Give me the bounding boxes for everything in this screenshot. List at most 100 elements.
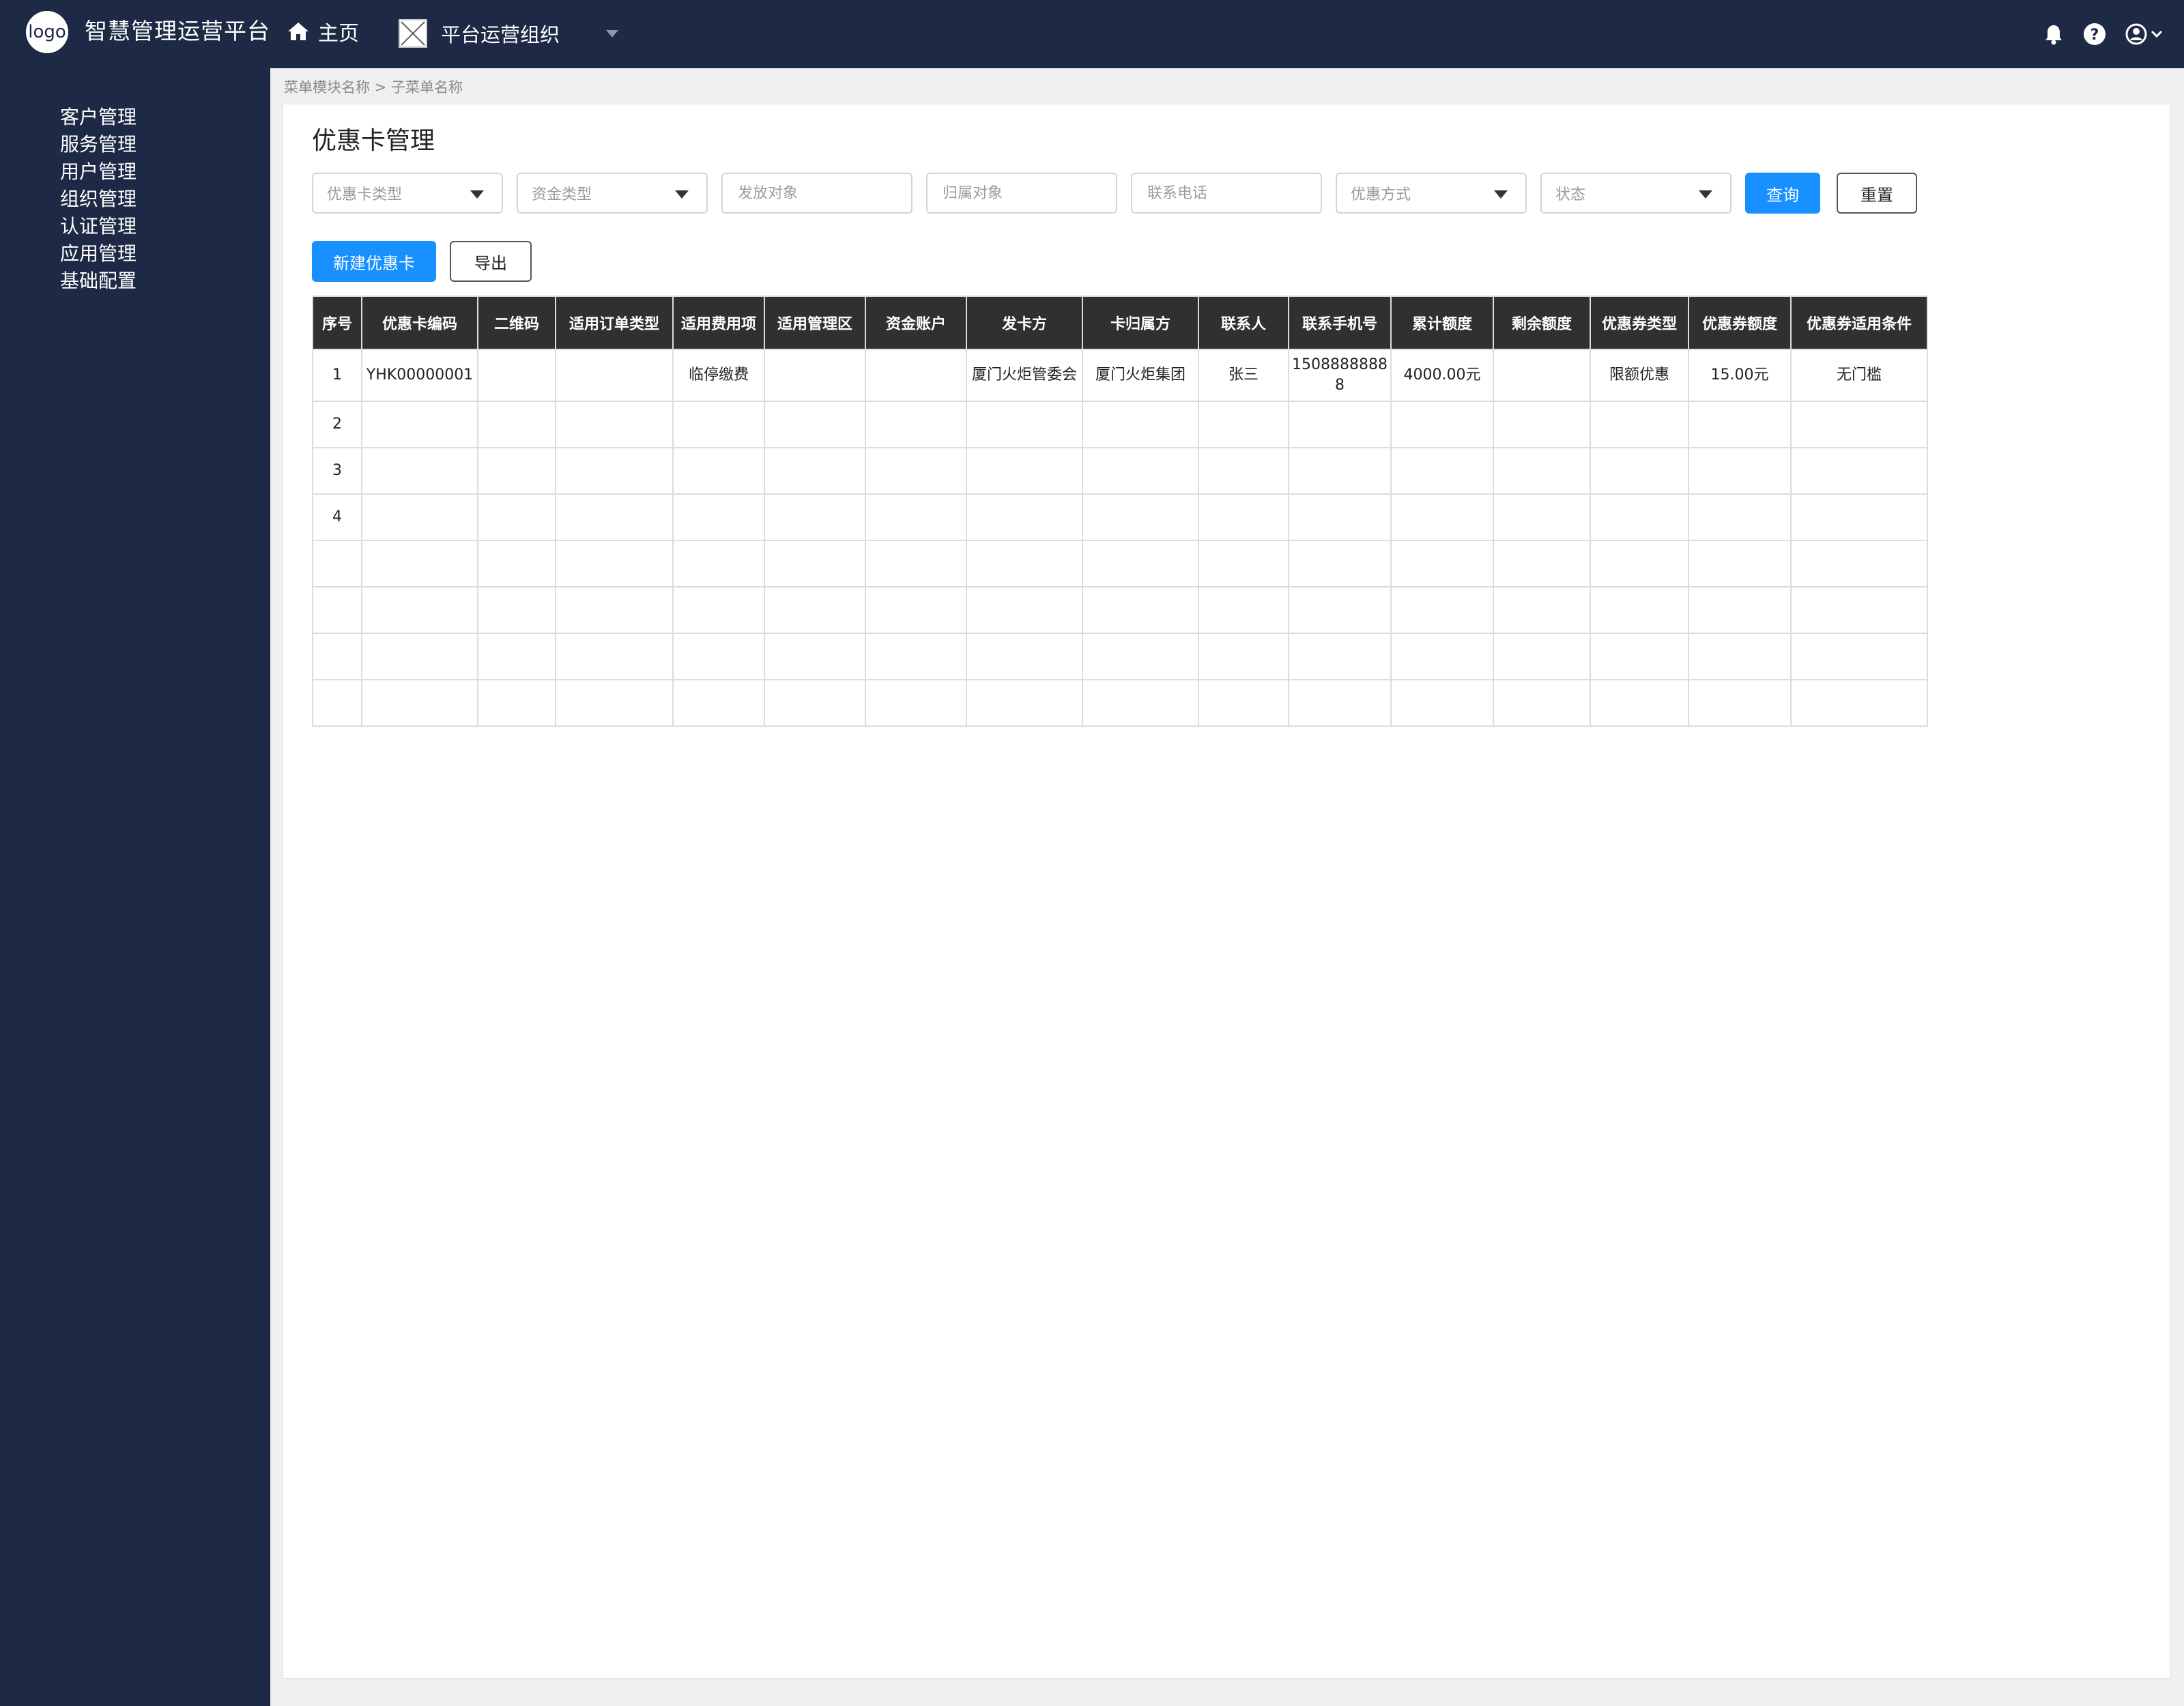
bell-icon[interactable] xyxy=(2043,23,2064,45)
table-cell xyxy=(1493,447,1591,495)
sidebar-menu: 客户管理 服务管理 用户管理 组织管理 认证管理 应用管理 基础配置 xyxy=(60,104,136,295)
table-cell xyxy=(672,447,765,495)
sidebar-item-application[interactable]: 应用管理 xyxy=(60,240,136,268)
table-cell: 张三 xyxy=(1198,349,1289,402)
table-cell: 无门槛 xyxy=(1790,349,1928,402)
app-title: 智慧管理运营平台 xyxy=(85,18,270,44)
column-header: 适用费用项 xyxy=(672,295,765,350)
table-cell xyxy=(1790,679,1928,727)
table-cell xyxy=(1082,447,1199,495)
home-link[interactable]: 主页 xyxy=(287,16,359,46)
status-select[interactable]: 状态 xyxy=(1540,173,1732,214)
table-cell xyxy=(1688,401,1792,448)
phone-input[interactable] xyxy=(1146,184,1307,203)
table-cell xyxy=(1688,679,1792,727)
card-table-wrapper: 序号 优惠卡编码 二维码 适用订单类型 适用费用项 适用管理区 资金账户 发卡方 卡归属方 联系人… xyxy=(312,295,1928,727)
table-cell xyxy=(361,633,478,680)
table-cell xyxy=(1082,540,1199,588)
column-header: 卡归属方 xyxy=(1082,295,1199,350)
sidebar-item-customer[interactable]: 客户管理 xyxy=(60,104,136,131)
query-button[interactable]: 查询 xyxy=(1745,173,1820,214)
table-cell xyxy=(1198,679,1289,727)
column-header: 适用订单类型 xyxy=(555,295,674,350)
table-cell: 厦门火炬集团 xyxy=(1082,349,1199,402)
table-cell xyxy=(672,401,765,448)
action-bar: 新建优惠卡 导出 xyxy=(312,241,532,282)
export-button[interactable]: 导出 xyxy=(450,241,532,282)
table-cell xyxy=(1790,586,1928,634)
column-header: 序号 xyxy=(312,295,362,350)
phone-field xyxy=(1131,173,1322,214)
table-cell: 15.00元 xyxy=(1688,349,1792,402)
table-row[interactable]: 1 YHK00000001 临停缴费 厦门火炬管委会 厦门火炬集团 张三 150888888… xyxy=(312,349,1928,402)
sidebar-item-service[interactable]: 服务管理 xyxy=(60,131,136,158)
help-icon[interactable]: ? xyxy=(2083,23,2106,46)
table-cell xyxy=(672,540,765,588)
table-row[interactable]: 2 xyxy=(312,401,1928,448)
table-cell xyxy=(1288,633,1392,680)
table-cell xyxy=(672,633,765,680)
table-cell xyxy=(1493,349,1591,402)
top-icons: ? xyxy=(2024,19,2164,49)
table-row[interactable] xyxy=(312,586,1928,634)
table-cell: 3 xyxy=(312,447,362,495)
table-cell xyxy=(1493,493,1591,541)
table-cell: 4000.00元 xyxy=(1390,349,1494,402)
column-header: 联系人 xyxy=(1198,295,1289,350)
card-type-select[interactable]: 优惠卡类型 xyxy=(312,173,503,214)
column-header: 累计额度 xyxy=(1390,295,1494,350)
table-cell xyxy=(477,540,556,588)
home-icon xyxy=(288,23,308,40)
sidebar-item-organization[interactable]: 组织管理 xyxy=(60,186,136,213)
caret-down-icon xyxy=(1494,190,1508,199)
table-row[interactable] xyxy=(312,679,1928,727)
table-cell xyxy=(1198,493,1289,541)
table-cell xyxy=(1493,633,1591,680)
discount-mode-select[interactable]: 优惠方式 xyxy=(1336,173,1527,214)
column-header: 发卡方 xyxy=(966,295,1083,350)
table-cell xyxy=(361,493,478,541)
table-cell xyxy=(1590,633,1689,680)
table-cell xyxy=(477,586,556,634)
top-bar: logo 智慧管理运营平台 主页 平台运营组织 ? xyxy=(0,0,2184,68)
table-cell xyxy=(1082,679,1199,727)
table-cell xyxy=(764,401,866,448)
table-cell xyxy=(477,349,556,402)
reset-button[interactable]: 重置 xyxy=(1837,173,1917,214)
org-dropdown-caret-icon[interactable] xyxy=(606,30,618,38)
table-cell xyxy=(966,586,1083,634)
table-cell xyxy=(1688,633,1792,680)
table-cell xyxy=(865,349,967,402)
table-cell xyxy=(1288,401,1392,448)
user-menu[interactable] xyxy=(2125,23,2164,45)
table-row[interactable]: 4 xyxy=(312,493,1928,541)
table-cell: 4 xyxy=(312,493,362,541)
table-cell xyxy=(1390,586,1494,634)
new-card-button[interactable]: 新建优惠卡 xyxy=(312,241,436,282)
table-row[interactable] xyxy=(312,540,1928,588)
table-cell xyxy=(1082,401,1199,448)
main-panel: 优惠卡管理 优惠卡类型 资金类型 优惠方式 状态 查询 重置 新建优 xyxy=(283,104,2170,1679)
table-cell xyxy=(477,401,556,448)
issue-target-input[interactable] xyxy=(736,184,897,203)
table-cell xyxy=(764,633,866,680)
sidebar-item-basic-config[interactable]: 基础配置 xyxy=(60,268,136,295)
column-header: 联系手机号 xyxy=(1288,295,1392,350)
org-switcher[interactable]: 平台运营组织 xyxy=(399,18,560,49)
table-row[interactable] xyxy=(312,633,1928,680)
sidebar-item-user[interactable]: 用户管理 xyxy=(60,158,136,186)
sidebar-item-authentication[interactable]: 认证管理 xyxy=(60,213,136,240)
owner-target-input[interactable] xyxy=(941,184,1102,203)
table-cell xyxy=(1288,586,1392,634)
fund-type-select[interactable]: 资金类型 xyxy=(517,173,708,214)
table-cell xyxy=(555,679,674,727)
chevron-down-icon xyxy=(2151,30,2163,38)
column-header: 资金账户 xyxy=(865,295,967,350)
table-cell xyxy=(764,679,866,727)
table-row[interactable]: 3 xyxy=(312,447,1928,495)
table-cell xyxy=(1390,493,1494,541)
table-cell xyxy=(555,540,674,588)
table-cell: 15088888888 xyxy=(1288,349,1392,402)
table-cell xyxy=(1790,540,1928,588)
column-header: 优惠券适用条件 xyxy=(1790,295,1928,350)
